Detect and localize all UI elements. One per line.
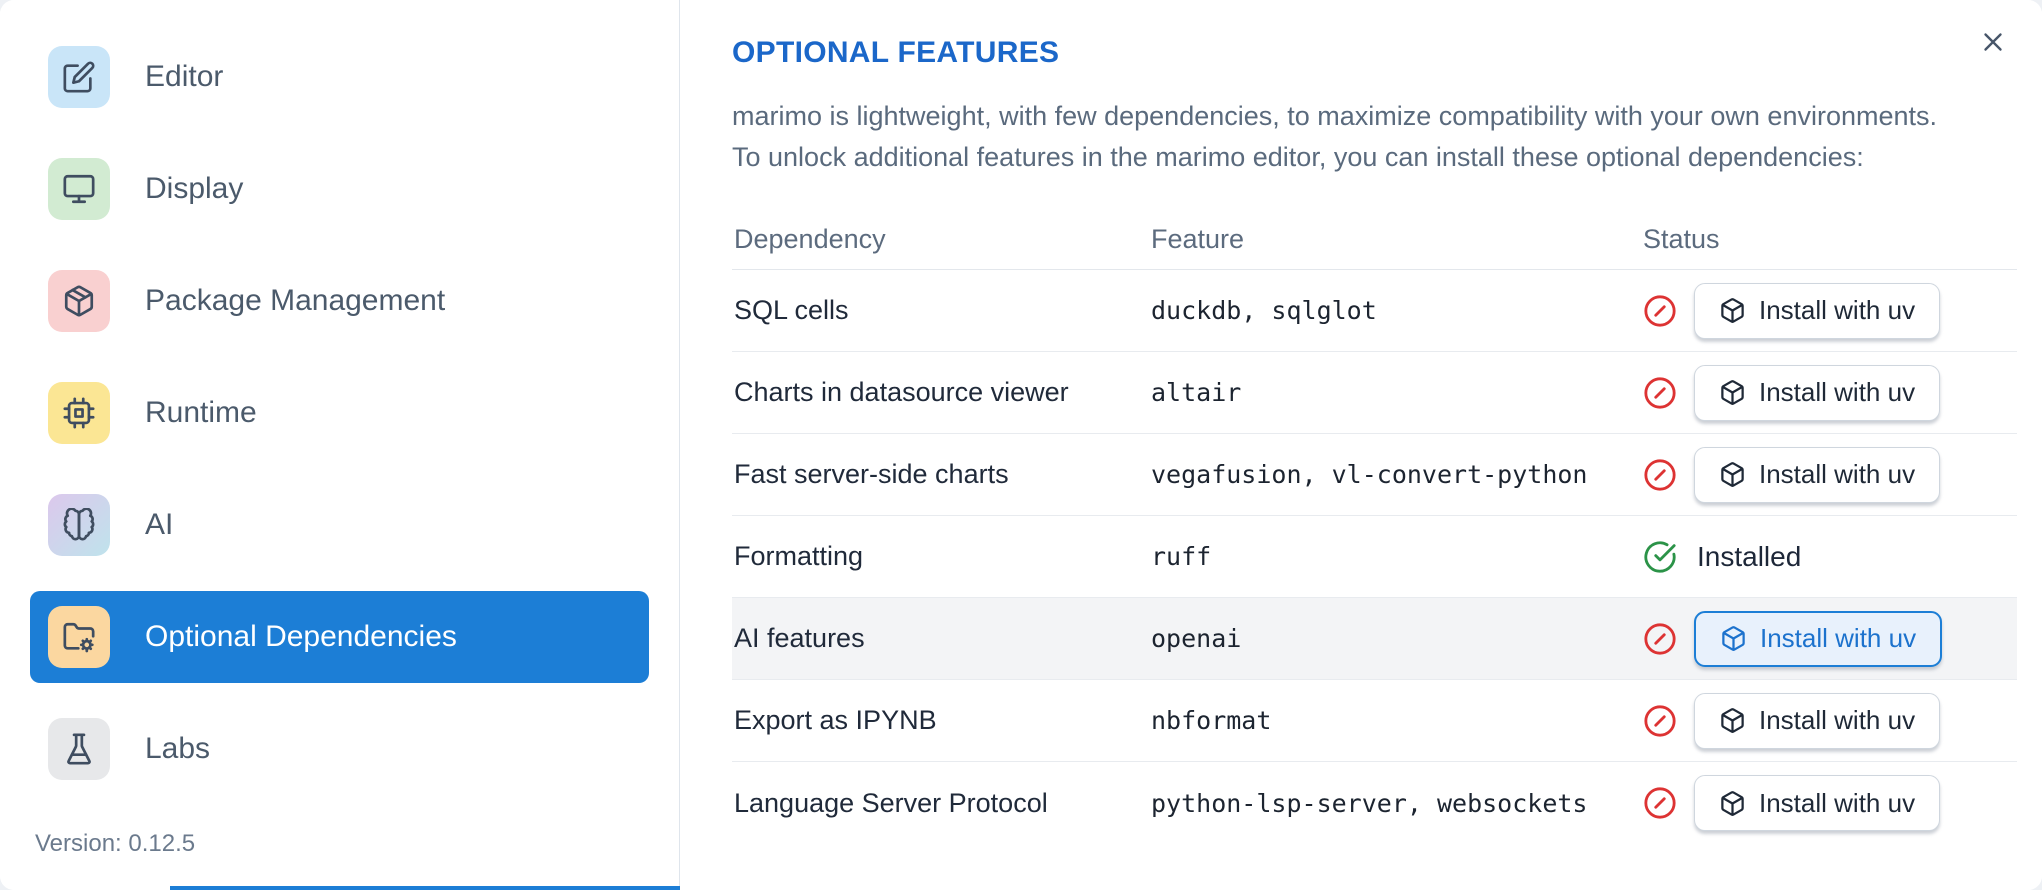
install-button-label: Install with uv bbox=[1759, 377, 1916, 407]
box-icon bbox=[1719, 379, 1746, 406]
status-cell: Install with uv bbox=[1643, 775, 2017, 831]
feature-packages: duckdb, sqlglot bbox=[1151, 296, 1377, 325]
circle-x-icon bbox=[1643, 294, 1677, 328]
install-button-label: Install with uv bbox=[1759, 459, 1916, 489]
install-with-uv-button[interactable]: Install with uv bbox=[1694, 446, 1941, 503]
install-button-label: Install with uv bbox=[1759, 295, 1916, 325]
description-line-1: marimo is lightweight, with few dependen… bbox=[732, 101, 1938, 131]
sidebar-item-label: Package Management bbox=[145, 284, 446, 317]
sidebar-item-label: AI bbox=[145, 508, 174, 541]
table-row: Language Server Protocol python-lsp-serve… bbox=[732, 762, 2017, 844]
sidebar-item-runtime[interactable]: Runtime bbox=[30, 367, 649, 459]
sidebar-item-label: Display bbox=[145, 172, 244, 205]
description-line-2: To unlock additional features in the mar… bbox=[732, 142, 1864, 172]
features-table-body: SQL cells duckdb, sqlglot Install with uv C… bbox=[732, 270, 2017, 844]
status-cell: Install with uv bbox=[1643, 364, 2017, 421]
circle-x-icon bbox=[1643, 376, 1677, 410]
folder-cog-icon bbox=[48, 606, 110, 668]
feature-packages: vegafusion, vl-convert-python bbox=[1151, 460, 1588, 489]
feature-cell: altair bbox=[1151, 377, 1643, 408]
box-icon bbox=[1720, 625, 1747, 652]
installed-label: Installed bbox=[1697, 540, 1802, 572]
dependency-cell: Formatting bbox=[734, 541, 864, 571]
table-row: Charts in datasource viewer altair Install… bbox=[732, 352, 2017, 434]
status-cell: Install with uv bbox=[1643, 610, 2017, 667]
feature-cell: python-lsp-server, websockets bbox=[1151, 788, 1643, 819]
sidebar-item-editor[interactable]: Editor bbox=[30, 31, 649, 123]
box-icon bbox=[1719, 461, 1746, 488]
circle-x-icon bbox=[1643, 786, 1677, 820]
optional-features-table: Dependency Feature Status SQL cells duckd… bbox=[732, 210, 2017, 844]
box-icon bbox=[1719, 707, 1746, 734]
feature-cell: openai bbox=[1151, 623, 1643, 654]
feature-cell: vegafusion, vl-convert-python bbox=[1151, 459, 1643, 490]
package-icon bbox=[48, 270, 110, 332]
monitor-icon bbox=[48, 158, 110, 220]
feature-cell: nbformat bbox=[1151, 705, 1643, 736]
sidebar-item-package-management[interactable]: Package Management bbox=[30, 255, 649, 347]
sidebar-item-optional-dependencies[interactable]: Optional Dependencies bbox=[30, 591, 649, 683]
install-with-uv-button[interactable]: Install with uv bbox=[1694, 282, 1941, 339]
sidebar-item-display[interactable]: Display bbox=[30, 143, 649, 235]
table-row: SQL cells duckdb, sqlglot Install with uv bbox=[732, 270, 2017, 352]
install-button-label: Install with uv bbox=[1760, 623, 1917, 653]
column-header-feature: Feature bbox=[1151, 224, 1245, 254]
status-cell: Install with uv bbox=[1643, 282, 2017, 339]
sidebar-item-label: Optional Dependencies bbox=[145, 620, 457, 653]
dependency-cell: Export as IPYNB bbox=[734, 705, 937, 735]
sidebar-item-ai[interactable]: AI bbox=[30, 479, 649, 571]
box-icon bbox=[1719, 297, 1746, 324]
dependency-cell: AI features bbox=[734, 623, 865, 653]
feature-cell: duckdb, sqlglot bbox=[1151, 295, 1643, 326]
feature-cell: ruff bbox=[1151, 541, 1643, 572]
status-cell: Install with uv bbox=[1643, 692, 2017, 749]
install-with-uv-button[interactable]: Install with uv bbox=[1694, 692, 1941, 749]
flask-icon bbox=[48, 718, 110, 780]
feature-packages: nbformat bbox=[1151, 706, 1272, 735]
dependency-cell: Charts in datasource viewer bbox=[734, 377, 1069, 407]
dependency-cell: Language Server Protocol bbox=[734, 787, 1048, 818]
install-button-label: Install with uv bbox=[1759, 787, 1916, 818]
feature-packages: ruff bbox=[1151, 542, 1212, 571]
settings-sidebar: Editor Display Package Management Runtim… bbox=[0, 0, 680, 890]
sidebar-item-label: Labs bbox=[145, 732, 211, 765]
install-with-uv-button[interactable]: Install with uv bbox=[1694, 610, 1943, 667]
panel-description: marimo is lightweight, with few dependen… bbox=[732, 96, 2017, 178]
box-icon bbox=[1719, 790, 1746, 817]
table-header-row: Dependency Feature Status bbox=[732, 210, 2017, 270]
optional-features-panel: OPTIONAL FEATURES marimo is lightweight,… bbox=[680, 0, 2042, 890]
table-row: Formatting ruff Installed bbox=[732, 516, 2017, 598]
table-row: AI features openai Install with uv bbox=[732, 598, 2017, 680]
circle-x-icon bbox=[1643, 622, 1677, 656]
cpu-icon bbox=[48, 382, 110, 444]
sidebar-item-labs[interactable]: Labs bbox=[30, 703, 649, 795]
page-title: OPTIONAL FEATURES bbox=[732, 36, 1060, 69]
sidebar-item-label: Runtime bbox=[145, 396, 257, 429]
feature-packages: altair bbox=[1151, 378, 1242, 407]
column-header-dependency: Dependency bbox=[734, 224, 886, 254]
circle-check-icon bbox=[1643, 540, 1677, 574]
settings-dialog: Editor Display Package Management Runtim… bbox=[0, 0, 2042, 890]
feature-packages: python-lsp-server, websockets bbox=[1151, 788, 1588, 818]
version-label: Version: 0.12.5 bbox=[35, 830, 196, 857]
pencil-square-icon bbox=[48, 46, 110, 108]
column-header-status: Status bbox=[1643, 224, 1720, 254]
dependency-cell: SQL cells bbox=[734, 295, 849, 325]
dependency-cell: Fast server-side charts bbox=[734, 459, 1009, 489]
bottom-accent-bar bbox=[170, 886, 680, 890]
feature-packages: openai bbox=[1151, 624, 1242, 653]
close-icon[interactable] bbox=[1975, 24, 2011, 60]
circle-x-icon bbox=[1643, 458, 1677, 492]
circle-x-icon bbox=[1643, 704, 1677, 738]
status-cell: Install with uv bbox=[1643, 446, 2017, 503]
table-row: Export as IPYNB nbformat Install with uv bbox=[732, 680, 2017, 762]
install-with-uv-button[interactable]: Install with uv bbox=[1694, 364, 1941, 421]
install-button-label: Install with uv bbox=[1759, 705, 1916, 735]
brain-icon bbox=[48, 494, 110, 556]
table-row: Fast server-side charts vegafusion, vl-co… bbox=[732, 434, 2017, 516]
status-cell: Installed bbox=[1643, 540, 2017, 574]
sidebar-item-label: Editor bbox=[145, 60, 224, 93]
install-with-uv-button[interactable]: Install with uv bbox=[1694, 775, 1941, 831]
